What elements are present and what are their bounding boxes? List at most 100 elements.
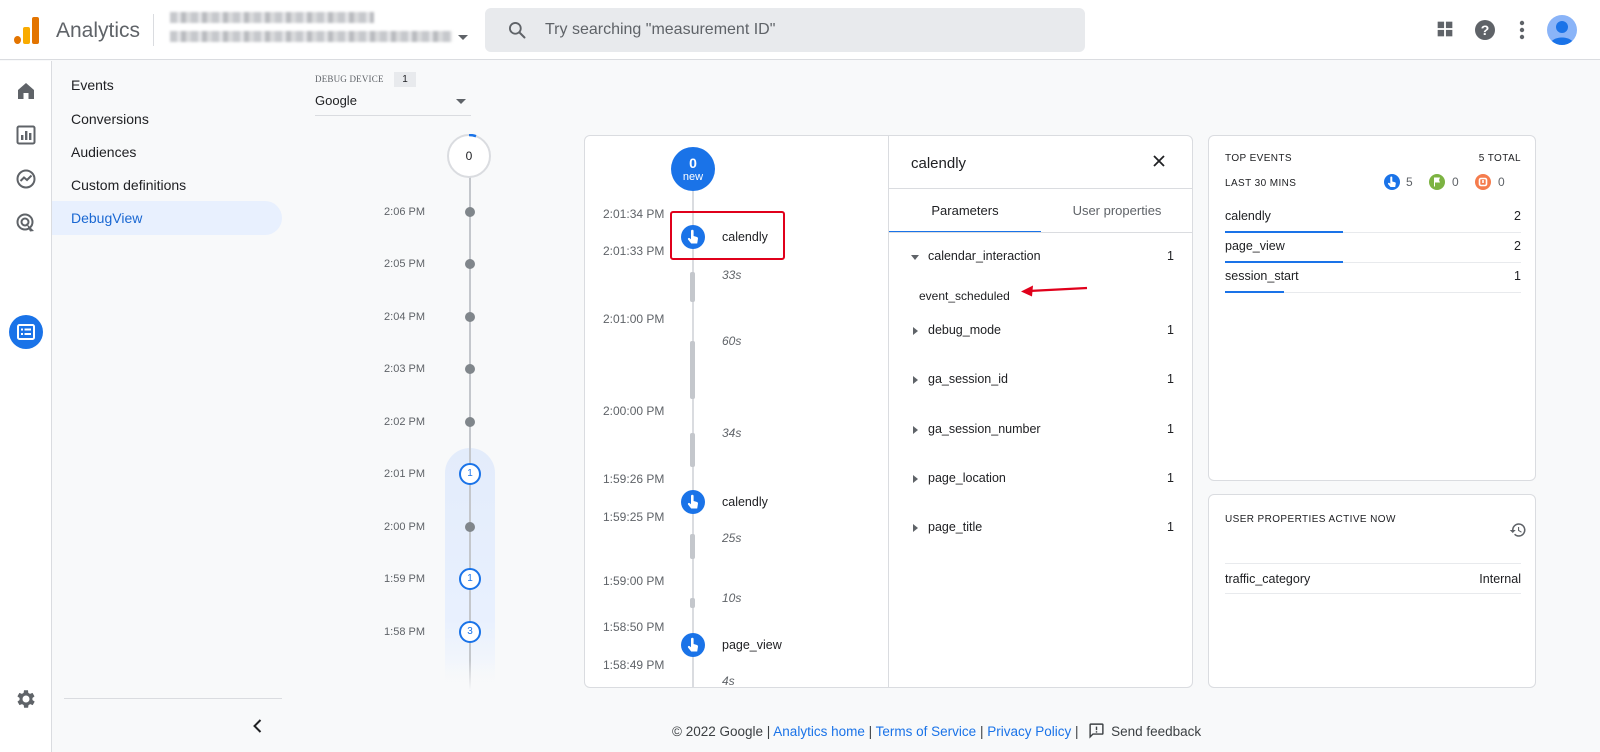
minute-dot[interactable] — [465, 364, 475, 374]
expand-arrow-icon — [913, 475, 918, 483]
svg-text:?: ? — [1481, 22, 1490, 38]
event-timestamp: 2:01:00 PM — [603, 312, 665, 326]
gap-duration: 10s — [722, 591, 742, 605]
gap-segment — [690, 341, 695, 399]
account-picker[interactable] — [170, 12, 452, 48]
left-rail — [0, 61, 52, 752]
gap-segment — [690, 272, 695, 302]
send-feedback-link[interactable]: Send feedback — [1111, 724, 1201, 739]
top-event-row[interactable]: session_start 1 — [1225, 263, 1521, 293]
analytics-home-link[interactable]: Analytics home — [773, 724, 865, 739]
annotation-arrow — [1021, 285, 1088, 297]
analytics-logo[interactable] — [14, 16, 40, 44]
expand-arrow-icon — [913, 327, 918, 335]
parameter-row[interactable]: page_title 1 — [889, 518, 1192, 542]
event-detail-panel: calendly Parameters User properties cale… — [888, 136, 1192, 687]
minute-event-count[interactable]: 1 — [459, 568, 481, 590]
tab-user-properties[interactable]: User properties — [1041, 189, 1192, 233]
search-icon — [509, 22, 526, 39]
event-name[interactable]: calendly — [722, 495, 768, 509]
new-events-indicator[interactable]: 0 new — [671, 147, 715, 191]
conversion-count: 0 — [1452, 175, 1459, 189]
feedback-icon[interactable] — [1088, 722, 1105, 739]
minute-dot[interactable] — [465, 207, 475, 217]
privacy-link[interactable]: Privacy Policy — [987, 724, 1071, 739]
avatar[interactable] — [1547, 15, 1577, 45]
gap-duration: 33s — [722, 268, 742, 282]
nav-item-conversions[interactable]: Conversions — [52, 102, 282, 136]
separator: | — [979, 724, 984, 739]
parameter-row[interactable]: calendar_interaction 1 — [889, 247, 1192, 271]
search-bar[interactable] — [485, 8, 1085, 52]
gap-duration: 4s — [722, 674, 735, 688]
top-event-row[interactable]: calendly 2 — [1225, 203, 1521, 233]
top-event-row[interactable]: page_view 2 — [1225, 233, 1521, 263]
gap-segment — [690, 433, 695, 467]
apps-icon[interactable] — [1434, 18, 1456, 40]
minute-dot[interactable] — [465, 312, 475, 322]
search-input[interactable] — [545, 8, 1065, 52]
debug-device-select[interactable]: Google — [315, 90, 471, 116]
configure-icon[interactable] — [14, 320, 38, 344]
gap-duration: 34s — [722, 426, 742, 440]
divider — [889, 232, 1192, 233]
nav-item-audiences[interactable]: Audiences — [52, 135, 282, 169]
nav-item-events[interactable]: Events — [52, 68, 282, 102]
annotation-highlight-box — [670, 211, 785, 260]
event-timestamp: 2:00:00 PM — [603, 404, 665, 418]
home-icon[interactable] — [14, 79, 38, 103]
event-timestamp: 2:01:33 PM — [603, 244, 665, 258]
terms-link[interactable]: Terms of Service — [876, 724, 977, 739]
event-name[interactable]: page_view — [722, 638, 782, 652]
parameter-row[interactable]: ga_session_number 1 — [889, 420, 1192, 444]
history-icon[interactable] — [1509, 521, 1527, 539]
expand-arrow-icon — [913, 524, 918, 532]
event-touch-icon[interactable] — [681, 633, 705, 657]
minute-dot[interactable] — [465, 259, 475, 269]
settings-icon[interactable] — [14, 687, 38, 711]
user-property-row[interactable]: traffic_category Internal — [1225, 563, 1521, 594]
parameter-row[interactable]: page_location 1 — [889, 469, 1192, 493]
event-detail-title: calendly — [911, 155, 967, 172]
nav-item-custom-definitions[interactable]: Custom definitions — [52, 168, 282, 202]
event-timestamp: 1:59:25 PM — [603, 510, 665, 524]
help-icon[interactable]: ? — [1473, 18, 1497, 42]
reports-icon[interactable] — [14, 123, 38, 147]
advertising-icon[interactable] — [14, 211, 38, 235]
account-dropdown-icon[interactable] — [458, 35, 468, 40]
timeline-axis — [469, 170, 471, 690]
collapse-arrow-icon — [911, 255, 919, 260]
error-icon — [1475, 174, 1491, 190]
divider — [153, 14, 154, 46]
user-properties-heading: USER PROPERTIES ACTIVE NOW — [1225, 514, 1396, 525]
event-timestamp: 1:58:50 PM — [603, 620, 665, 634]
top-events-total: 5 TOTAL — [1478, 153, 1521, 164]
close-icon[interactable] — [1151, 153, 1167, 169]
footer: © 2022 Google | Analytics home | Terms o… — [672, 722, 1201, 739]
minute-dot[interactable] — [465, 417, 475, 427]
gap-duration: 60s — [722, 334, 742, 348]
event-count: 5 — [1406, 175, 1413, 189]
gap-segment — [690, 598, 695, 608]
minute-event-count[interactable]: 3 — [459, 621, 481, 643]
minute-dot[interactable] — [465, 522, 475, 532]
collapse-nav-icon[interactable] — [248, 716, 268, 736]
conversion-flag-icon — [1429, 174, 1445, 190]
tab-parameters[interactable]: Parameters — [889, 189, 1041, 233]
copyright: © 2022 Google | — [672, 724, 771, 739]
dropdown-caret-icon[interactable] — [456, 99, 466, 104]
event-timestamp: 1:59:26 PM — [603, 472, 665, 486]
minute-label: 2:02 PM — [384, 416, 425, 428]
more-vert-icon[interactable] — [1512, 18, 1532, 42]
minute-event-count[interactable]: 1 — [459, 463, 481, 485]
expand-arrow-icon — [913, 426, 918, 434]
parameter-row[interactable]: debug_mode 1 — [889, 321, 1192, 345]
parameter-value: event_scheduled — [919, 289, 1010, 303]
event-touch-icon[interactable] — [681, 490, 705, 514]
explore-icon[interactable] — [14, 167, 38, 191]
nav-item-debugview[interactable]: DebugView — [52, 201, 282, 235]
minute-label: 1:59 PM — [384, 573, 425, 585]
configure-nav: Events Conversions Audiences Custom defi… — [52, 61, 282, 752]
gap-duration: 25s — [722, 531, 742, 545]
parameter-row[interactable]: ga_session_id 1 — [889, 370, 1192, 394]
